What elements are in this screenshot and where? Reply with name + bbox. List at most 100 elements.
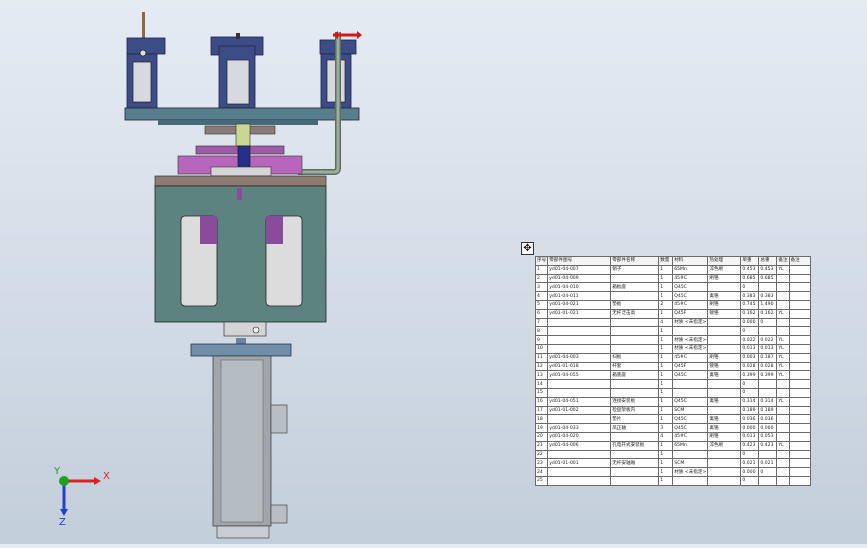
bom-cell: 0 <box>740 282 760 293</box>
bom-header-cell: 备注 <box>788 256 811 266</box>
bom-cell: 0 <box>758 467 778 477</box>
bom-row[interactable]: 24 1 材质 <未指定> 0.000 0 <box>534 467 811 477</box>
bom-cell <box>788 449 811 460</box>
bom-cell <box>776 299 790 310</box>
bom-row[interactable]: 18 垫片 1 Q45C 禽铬 0.036 0.036 <box>534 414 811 425</box>
bom-cell: yd01-01-018 <box>547 361 612 372</box>
move-handle-icon[interactable]: ✥ <box>521 242 534 255</box>
bom-cell: 禽铬 <box>707 396 742 407</box>
bom-cell <box>672 379 709 389</box>
bom-cell <box>547 467 612 477</box>
bom-cell <box>776 449 790 460</box>
bom-cell: 0.022 <box>740 335 760 345</box>
bom-cell <box>788 475 811 486</box>
bom-row[interactable]: 20 yd01-04-020 4 45#C 刷铬 0.013 0.053 <box>534 431 811 442</box>
bom-row[interactable]: 2 yd01-04-009 1 45#C 刷铬 0.685 0.685 <box>534 273 811 284</box>
bom-cell <box>758 449 778 460</box>
red-arrow-marker-icon[interactable] <box>333 31 362 39</box>
inner-purple-right <box>266 216 283 244</box>
bom-row[interactable]: 23 yd01-01-001 无杆安轴厢 1 SCM 0.021 0.021 <box>534 458 811 469</box>
bom-row[interactable]: 16 yd01-04-051 连接安装板 1 Q45C 禽铬 0.314 0.314 YL <box>534 396 811 407</box>
bom-cell <box>610 379 660 389</box>
bom-cell <box>758 475 778 486</box>
bom-cell: 凤正轴 <box>610 423 660 433</box>
bom-cell <box>547 387 612 398</box>
bom-row[interactable]: 12 yd01-01-018 杆套 1 Q45F 镀铬 0.028 0.028 YL <box>534 361 811 372</box>
bom-cell: yd01-04-020 <box>547 431 612 442</box>
bom-cell: 10 <box>534 343 549 354</box>
bom-cell: 65Mn <box>672 264 709 275</box>
inner-purple-left <box>200 216 217 244</box>
bom-cell: 材质 <未指定> <box>672 467 709 477</box>
bom-row[interactable]: 14 1 0 <box>534 379 811 389</box>
bom-cell: 镀铬 <box>707 361 742 372</box>
bom-cell: 材质 <未指定> <box>672 317 709 328</box>
bom-cell: 23 <box>534 458 549 469</box>
bom-row[interactable]: 5 yd01-04-021 垫板 2 45#C 刷铬 0.745 1.490 <box>534 299 811 310</box>
bom-cell: 0.013 <box>740 431 760 442</box>
bom-row[interactable]: 1 yd01-04-007 销子 1 65Mn 淬色刷 0.453 0.453 YL <box>534 264 811 275</box>
bom-cell <box>610 467 660 477</box>
bom-row[interactable]: 9 1 材质 <未指定> 0.022 0.022 YL <box>534 335 811 345</box>
bom-cell <box>672 387 709 398</box>
bom-cell <box>707 343 742 354</box>
bom-cell <box>788 282 811 293</box>
bom-row[interactable]: 25 1 0 <box>534 475 811 486</box>
bom-cell <box>707 387 742 398</box>
bom-cell: 淬色刷 <box>707 264 742 275</box>
z-axis-label: Z <box>59 517 66 527</box>
bom-cell <box>788 440 811 451</box>
bom-cell <box>758 387 778 398</box>
bom-row[interactable]: 19 yd01-04-033 凤正轴 3 Q45C 禽铬 0.000 0.000 <box>534 423 811 433</box>
bom-cell: 0.021 <box>758 458 778 469</box>
bom-cell: 0.399 <box>758 370 778 381</box>
bom-cell: 24 <box>534 467 549 477</box>
bom-cell: 11 <box>534 352 549 363</box>
bom-cell: 0.685 <box>740 273 760 284</box>
bom-header-cell: 序号 <box>534 256 549 266</box>
bom-cell <box>788 352 811 363</box>
bom-cell: yd01-04-011 <box>547 291 612 301</box>
bom-header-row: 序号 零部件图号 零部件名称 数量 材料 热处理 单重 总重 备注 备注 <box>534 256 811 266</box>
bom-cell <box>707 379 742 389</box>
bom-row[interactable]: 11 yd01-04-003 扫板 1 45#C 刷铬 0.003 0.187 YL <box>534 352 811 363</box>
bom-cell <box>776 458 790 469</box>
bom-cell: 1 <box>658 370 674 381</box>
bom-row[interactable]: 6 yd01-01-021 无杆泛击高 1 Q45F 镀铬 0.162 0.162 YL <box>534 308 811 319</box>
bom-row[interactable]: 7 4 材质 <未指定> 0.000 0 <box>534 317 811 328</box>
bom-cell <box>788 299 811 310</box>
bom-cell: 17 <box>534 405 549 416</box>
bom-cell: 0.013 <box>740 343 760 354</box>
bom-cell <box>610 449 660 460</box>
bom-row[interactable]: 21 yd01-04-006 孔电开式安装板 1 65Mn 淬色刷 0.423 0.423 YL <box>534 440 811 451</box>
bom-row[interactable]: 8 1 0 <box>534 326 811 337</box>
bom-row[interactable]: 15 1 0 <box>534 387 811 398</box>
bom-cell: 2 <box>534 273 549 284</box>
bom-cell: 0.314 <box>740 396 760 407</box>
bom-row[interactable]: 4 yd01-04-011 1 Q45C 禽铬 0.383 0.383 <box>534 291 811 301</box>
bom-cell <box>788 396 811 407</box>
bom-cell: 0.013 <box>758 343 778 354</box>
bom-cell: 1 <box>658 308 674 319</box>
bom-cell: YL <box>776 440 790 451</box>
bom-cell <box>707 405 742 416</box>
bom-cell <box>776 475 790 486</box>
bom-cell: yd01-04-003 <box>547 352 612 363</box>
bom-cell: 1 <box>658 379 674 389</box>
bom-cell: 0.022 <box>758 335 778 345</box>
bom-table[interactable]: 序号 零部件图号 零部件名称 数量 材料 热处理 单重 总重 备注 备注 1 yd01-04-007… <box>534 256 811 486</box>
bom-row[interactable]: 22 1 0 <box>534 449 811 460</box>
bom-cell: 1 <box>658 282 674 293</box>
bom-header-cell: 数量 <box>658 256 674 266</box>
bom-row[interactable]: 10 1 材质 <未指定> 0.013 0.013 YL <box>534 343 811 354</box>
bom-cell <box>707 282 742 293</box>
bom-cell <box>788 379 811 389</box>
bom-cell: 4 <box>534 291 549 301</box>
bom-cell <box>788 317 811 328</box>
bom-row[interactable]: 3 yd01-04-010 箱板座 1 Q45C 0 <box>534 282 811 293</box>
bom-header-cell: 备注 <box>776 256 790 266</box>
bom-cell <box>547 326 612 337</box>
bom-cell: 1 <box>658 467 674 477</box>
bom-row[interactable]: 17 yd01-01-002 检盘架板内 1 SCM 0.189 0.189 <box>534 405 811 416</box>
bom-row[interactable]: 13 yd01-04-055 箱底座 1 Q45C 禽铬 0.399 0.399 YL <box>534 370 811 381</box>
